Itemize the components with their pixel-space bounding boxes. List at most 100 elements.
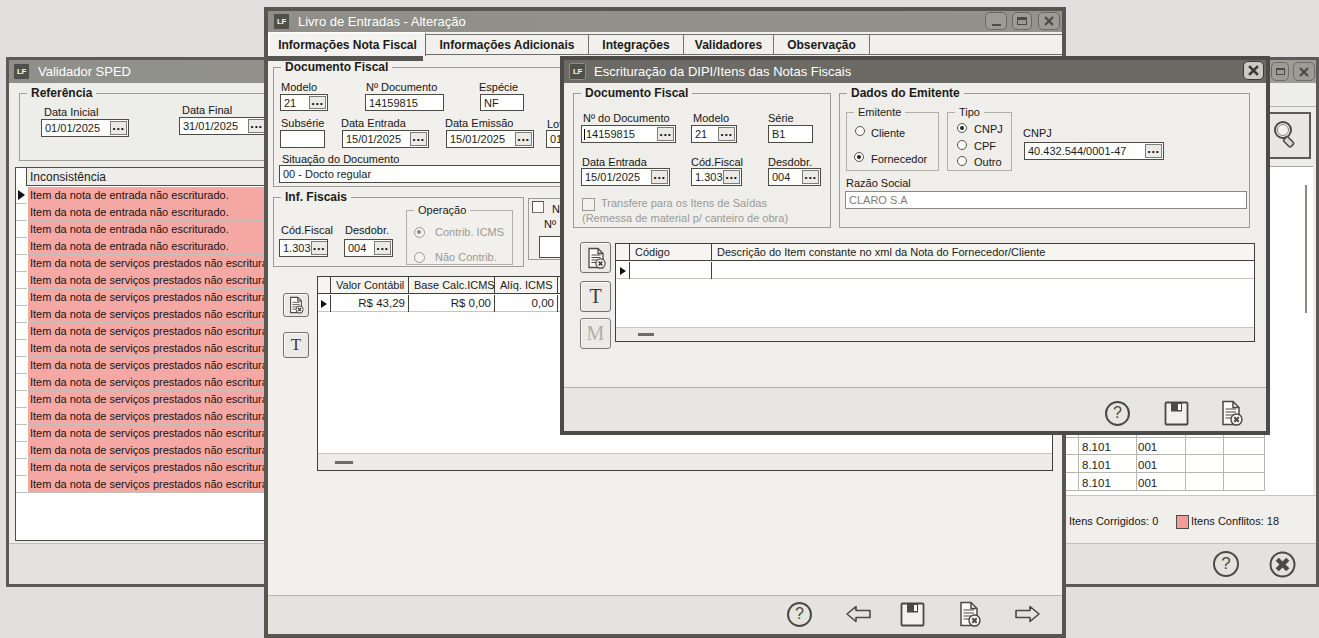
tab-integracoes[interactable]: Integrações: [589, 34, 684, 54]
livro-help-button[interactable]: ?: [787, 602, 812, 627]
radio-cliente[interactable]: [855, 126, 865, 136]
row-indicator-cell: [16, 425, 27, 442]
cnpj-field[interactable]: 40.432.544/0001-47 ...: [1024, 142, 1164, 160]
livro-maximize-button[interactable]: [1012, 12, 1032, 30]
dipi-cod-fiscal-picker-button[interactable]: ...: [723, 170, 740, 184]
row-indicator-cell: [16, 323, 27, 340]
field-value: 40.432.544/0001-47: [1025, 145, 1145, 157]
validador-maximize-button[interactable]: [1271, 62, 1289, 81]
dipi-titlebar[interactable]: LF Escrituração da DIPI/Itens das Notas …: [564, 60, 1266, 83]
hscroll-thumb[interactable]: [638, 333, 654, 336]
cod-fiscal-field[interactable]: 1.303 ...: [279, 239, 328, 257]
dipi-help-button[interactable]: ?: [1105, 401, 1130, 426]
livro-delete-item-button[interactable]: [283, 293, 309, 317]
dipi-num-doc-field[interactable]: 14159815 ...: [581, 125, 676, 143]
radio-cpf-label: CPF: [974, 140, 996, 152]
especie-label: Espécie: [479, 81, 518, 93]
col-aliq-icms[interactable]: Alíq. ICMS: [500, 279, 553, 291]
tab-informacoes-nota-fiscal[interactable]: Informações Nota Fiscal: [268, 32, 426, 56]
col-base-calc-icms[interactable]: Base Calc.ICMS: [414, 279, 495, 291]
dipi-data-entrada-field[interactable]: 15/01/2025 ...: [581, 168, 670, 186]
cnpj-picker-button[interactable]: ...: [1145, 144, 1162, 158]
close-icon: [1299, 67, 1309, 77]
validador-close-button[interactable]: [1293, 62, 1315, 81]
row-indicator-cell: [16, 357, 27, 374]
livro-minimize-button[interactable]: [985, 12, 1007, 30]
row-indicator-cell: [16, 340, 27, 357]
row-indicator-cell: [16, 187, 27, 204]
dipi-serie-field[interactable]: B1: [768, 125, 813, 143]
col-valor-contabil[interactable]: Valor Contábil: [336, 279, 404, 291]
data-entrada-field[interactable]: 15/01/2025 ...: [342, 130, 429, 148]
tab-informacoes-adicionais[interactable]: Informações Adicionais: [426, 34, 589, 54]
desdobr-field[interactable]: 004 ...: [344, 239, 393, 257]
data-entrada-picker-button[interactable]: ...: [410, 132, 427, 146]
dipi-close-button[interactable]: [1243, 61, 1264, 80]
modelo-field[interactable]: 21 ...: [280, 94, 328, 111]
especie-field[interactable]: NF: [480, 94, 524, 111]
dipi-grid-hscroll[interactable]: [616, 327, 1254, 341]
data-final-field[interactable]: 31/01/2025 ...: [179, 117, 267, 135]
tab-observacao[interactable]: Observação: [774, 34, 870, 54]
data-emissao-picker-button[interactable]: ...: [515, 132, 532, 146]
hscroll-thumb[interactable]: [335, 461, 353, 464]
radio-cnpj[interactable]: [957, 123, 967, 133]
data-emissao-field[interactable]: 15/01/2025 ...: [446, 130, 534, 148]
dipi-num-doc-picker-button[interactable]: ...: [657, 127, 674, 141]
data-inicial-field[interactable]: 01/01/2025 ...: [41, 119, 129, 137]
radio-cpf[interactable]: [957, 140, 967, 150]
field-value: NF: [481, 97, 523, 109]
dipi-items-grid[interactable]: Código Descrição do Item constante no xm…: [615, 243, 1255, 342]
dipi-grid-row[interactable]: [616, 262, 1254, 279]
livro-next-button[interactable]: [1014, 604, 1041, 624]
dipi-memo-button[interactable]: M: [580, 318, 611, 349]
col-descricao[interactable]: Descrição do Item constante no xml da No…: [717, 246, 1045, 258]
radio-contrib-icms[interactable]: [414, 227, 425, 238]
livro-text-button[interactable]: T: [283, 332, 309, 358]
dipi-save-button[interactable]: [1164, 401, 1189, 426]
detail-desdobr-cell: 001: [1138, 477, 1157, 489]
tab-validadores[interactable]: Validadores: [684, 34, 774, 54]
row-indicator-cell: [16, 221, 27, 238]
n-checkbox[interactable]: [532, 201, 544, 213]
group-tipo-label: Tipo: [955, 106, 984, 118]
data-inicial-picker-button[interactable]: ...: [110, 121, 127, 135]
livro-grid-hscroll[interactable]: [318, 453, 1052, 470]
modelo-picker-button[interactable]: ...: [309, 96, 326, 109]
validador-help-button[interactable]: ?: [1213, 551, 1239, 577]
cod-fiscal-picker-button[interactable]: ...: [311, 241, 328, 255]
livro-close-button[interactable]: [1038, 12, 1060, 30]
data-final-picker-button[interactable]: ...: [248, 119, 265, 133]
radio-fornecedor-label: Fornecedor: [871, 153, 927, 165]
validador-cancel-button[interactable]: [1269, 551, 1296, 578]
dipi-desdobr-field[interactable]: 004 ...: [768, 168, 821, 186]
row-indicator-cell: [16, 459, 27, 476]
livro-prev-button[interactable]: [845, 604, 872, 624]
radio-outro[interactable]: [957, 156, 967, 166]
dipi-cod-fiscal-field[interactable]: 1.303 ...: [691, 168, 742, 186]
save-icon: [1164, 401, 1189, 426]
radio-nao-contrib[interactable]: [414, 252, 425, 263]
num-documento-field[interactable]: 14159815: [365, 94, 444, 111]
radio-fornecedor[interactable]: [854, 152, 864, 162]
dipi-delete-item-button[interactable]: [580, 242, 611, 273]
dipi-text-button[interactable]: T: [580, 281, 611, 312]
subserie-field[interactable]: [280, 130, 325, 148]
dipi-delete-button[interactable]: [1218, 400, 1244, 426]
transfere-checkbox[interactable]: [582, 198, 595, 211]
field-value: 1.303: [692, 171, 723, 183]
razao-social-field[interactable]: CLARO S.A: [845, 191, 1247, 209]
livro-titlebar[interactable]: LF Livro de Entradas - Alteração: [268, 11, 1062, 32]
livro-delete-button[interactable]: [956, 601, 982, 627]
dipi-data-entrada-picker-button[interactable]: ...: [651, 170, 668, 184]
livro-save-button[interactable]: [900, 602, 925, 627]
dipi-modelo-picker-button[interactable]: ...: [718, 127, 735, 141]
row-marker-icon: [620, 267, 626, 275]
desdobr-picker-button[interactable]: ...: [374, 241, 391, 255]
dipi-modelo-field[interactable]: 21 ...: [691, 125, 737, 143]
dipi-desdobr-picker-button[interactable]: ...: [802, 170, 819, 184]
col-codigo[interactable]: Código: [635, 246, 670, 258]
inconsistencia-header-label: Inconsistência: [30, 170, 106, 184]
right-scrollbar-thumb[interactable]: [1305, 185, 1307, 313]
row-indicator-cell: [16, 408, 27, 425]
